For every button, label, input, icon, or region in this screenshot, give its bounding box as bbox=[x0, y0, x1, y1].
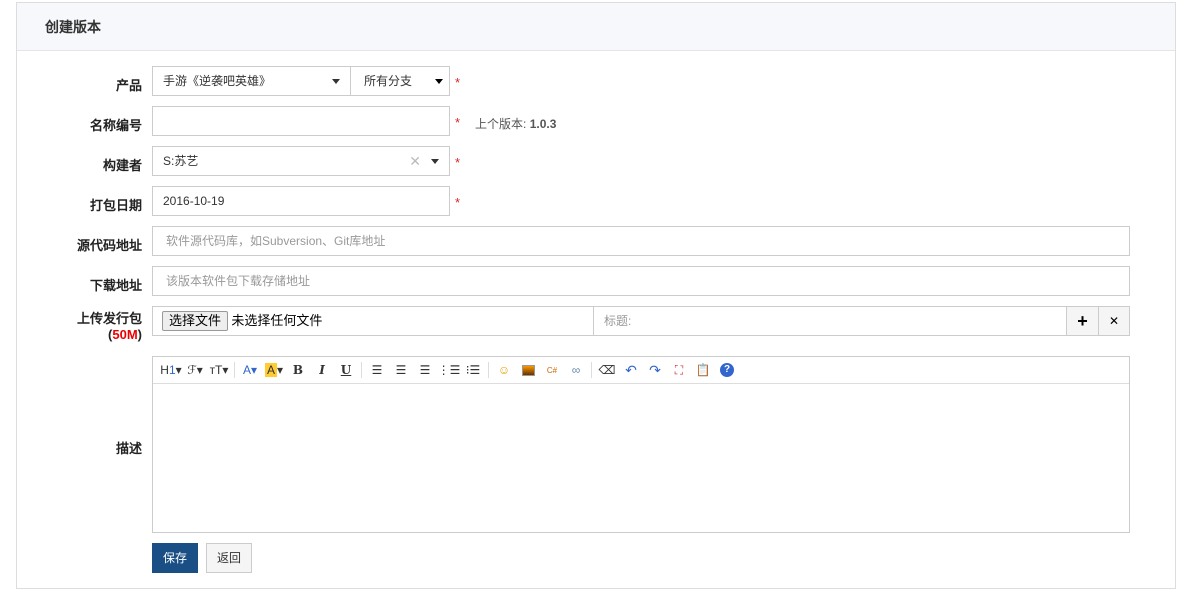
product-label: 产品 bbox=[115, 78, 142, 93]
align-right-icon[interactable]: ☰ bbox=[413, 360, 437, 380]
link-icon[interactable]: ∞ bbox=[564, 360, 588, 380]
editor-toolbar: H 1 ▾ ℱ ▾ ᴛT▾ A▾ A ▾ B I U ☰ ☰ ☰ ⋮☰ ⁝☰ ☺ C# … bbox=[153, 357, 1129, 384]
name-input[interactable] bbox=[152, 106, 450, 136]
size-close: ) bbox=[137, 327, 142, 342]
required-star: * bbox=[455, 115, 461, 130]
emoji-icon[interactable]: ☺ bbox=[492, 360, 516, 380]
redo-icon[interactable]: ↷ bbox=[643, 360, 667, 380]
required-star: * bbox=[455, 195, 461, 210]
date-input[interactable]: 2016-10-19 bbox=[152, 186, 450, 216]
builder-label: 构建者 bbox=[102, 158, 142, 173]
source-input[interactable]: 软件源代码库，如Subversion、Git库地址 bbox=[152, 226, 1130, 256]
code-icon[interactable]: C# bbox=[540, 360, 564, 380]
highlight-icon[interactable]: A ▾ bbox=[262, 360, 286, 380]
editor-content[interactable] bbox=[153, 384, 1129, 532]
fullscreen-icon[interactable]: ⛶ bbox=[667, 360, 691, 380]
create-version-panel: 创建版本 产品 手游《逆袭吧英雄》 所有分支 * 名称编号 * 上个版本: 1.… bbox=[16, 2, 1176, 589]
bold-icon[interactable]: B bbox=[286, 360, 310, 380]
chevron-down-icon bbox=[435, 79, 443, 84]
file-title-input[interactable]: 标题: bbox=[593, 306, 1067, 336]
file-input[interactable]: 选择文件 未选择任何文件 bbox=[152, 306, 594, 336]
add-file-button[interactable]: + bbox=[1066, 306, 1099, 336]
upload-label: 上传发行包(50M) bbox=[57, 311, 142, 343]
remove-file-button[interactable]: ✕ bbox=[1098, 306, 1130, 336]
paste-icon[interactable]: 📋 bbox=[691, 360, 715, 380]
required-star: * bbox=[455, 155, 461, 170]
download-input[interactable]: 该版本软件包下载存储地址 bbox=[152, 266, 1130, 296]
clear-icon[interactable]: ✕ bbox=[409, 147, 421, 175]
image-icon[interactable] bbox=[516, 360, 540, 380]
chevron-down-icon bbox=[431, 159, 439, 164]
toolbar-divider bbox=[234, 362, 235, 378]
rich-text-editor: H 1 ▾ ℱ ▾ ᴛT▾ A▾ A ▾ B I U ☰ ☰ ☰ ⋮☰ ⁝☰ ☺ C# … bbox=[152, 356, 1130, 533]
description-label: 描述 bbox=[115, 441, 142, 456]
back-button[interactable]: 返回 bbox=[206, 543, 253, 573]
toolbar-divider bbox=[591, 362, 592, 378]
ordered-list-icon[interactable]: ⋮☰ bbox=[437, 360, 461, 380]
source-label: 源代码地址 bbox=[76, 238, 142, 253]
branch-select[interactable]: 所有分支 bbox=[350, 66, 450, 96]
font-color-icon[interactable]: A▾ bbox=[238, 360, 262, 380]
font-size-icon[interactable]: ᴛT▾ bbox=[207, 360, 231, 380]
download-label: 下载地址 bbox=[89, 278, 142, 293]
no-file-text: 未选择任何文件 bbox=[231, 313, 323, 328]
builder-select[interactable]: S:苏艺 ✕ bbox=[152, 146, 450, 176]
toolbar-divider bbox=[361, 362, 362, 378]
unordered-list-icon[interactable]: ⁝☰ bbox=[461, 360, 485, 380]
product-select[interactable]: 手游《逆袭吧英雄》 bbox=[152, 66, 351, 96]
align-center-icon[interactable]: ☰ bbox=[389, 360, 413, 380]
name-label: 名称编号 bbox=[89, 118, 142, 133]
align-left-icon[interactable]: ☰ bbox=[365, 360, 389, 380]
italic-icon[interactable]: I bbox=[310, 360, 334, 380]
undo-icon[interactable]: ↶ bbox=[619, 360, 643, 380]
font-family-icon[interactable]: ℱ ▾ bbox=[183, 360, 207, 380]
eraser-icon[interactable]: ⌫ bbox=[595, 360, 619, 380]
upload-label-text: 上传发行包 bbox=[76, 311, 142, 326]
toolbar-divider bbox=[488, 362, 489, 378]
last-version-value: 1.0.3 bbox=[529, 117, 557, 131]
last-version-note: 上个版本: 1.0.3 bbox=[475, 115, 556, 132]
size-limit: 50M bbox=[112, 327, 138, 342]
required-star: * bbox=[455, 75, 461, 90]
date-label: 打包日期 bbox=[89, 198, 142, 213]
last-version-label: 上个版本: bbox=[475, 117, 527, 131]
underline-icon[interactable]: U bbox=[334, 360, 358, 380]
choose-file-button[interactable]: 选择文件 bbox=[162, 311, 229, 331]
branch-value: 所有分支 bbox=[364, 74, 413, 88]
save-button[interactable]: 保存 bbox=[152, 543, 199, 573]
product-value: 手游《逆袭吧英雄》 bbox=[163, 74, 272, 88]
heading-icon[interactable]: H 1 ▾ bbox=[159, 360, 183, 380]
page-title: 创建版本 bbox=[17, 3, 1175, 51]
help-icon[interactable]: ? bbox=[715, 360, 739, 380]
chevron-down-icon bbox=[332, 79, 340, 84]
builder-value: S:苏艺 bbox=[163, 154, 199, 168]
